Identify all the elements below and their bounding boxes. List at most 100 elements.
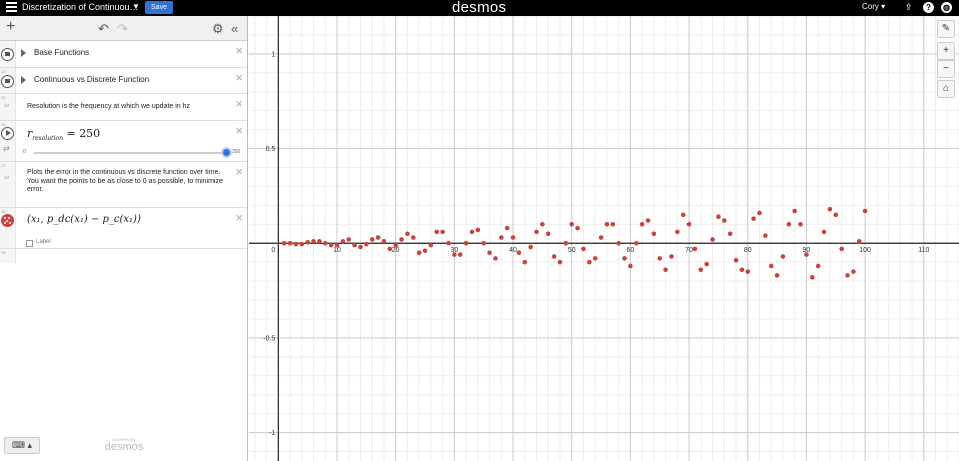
delete-expression-icon[interactable]: × bbox=[235, 124, 243, 137]
data-point bbox=[786, 221, 792, 227]
data-point bbox=[358, 244, 363, 250]
x-tick-label: 20 bbox=[392, 247, 400, 254]
data-point bbox=[581, 246, 586, 252]
plus-icon[interactable]: + bbox=[6, 18, 15, 36]
points-style-icon[interactable] bbox=[1, 214, 14, 227]
data-point bbox=[780, 254, 786, 259]
expand-triangle-icon[interactable] bbox=[21, 49, 26, 57]
data-point bbox=[598, 235, 604, 240]
data-point bbox=[839, 246, 844, 252]
data-point bbox=[428, 242, 434, 248]
data-point bbox=[499, 235, 504, 240]
points-equation[interactable]: (x₁, p_dc(x₁) − p_c(x₁)) bbox=[27, 214, 141, 225]
zoom-out-icon[interactable]: − bbox=[937, 60, 955, 78]
data-point bbox=[716, 214, 721, 220]
data-point bbox=[387, 246, 393, 252]
x-tick-label: 10 bbox=[333, 247, 341, 254]
data-point bbox=[622, 256, 627, 261]
data-point bbox=[563, 240, 569, 246]
hamburger-icon[interactable] bbox=[6, 2, 17, 12]
data-point bbox=[364, 241, 369, 247]
data-point bbox=[657, 256, 663, 261]
data-point bbox=[545, 231, 551, 237]
folder-continuous-vs-discrete[interactable]: 10 Continuous vs Discrete Function × bbox=[0, 68, 247, 94]
data-point bbox=[739, 267, 745, 273]
data-point bbox=[352, 242, 357, 248]
data-point bbox=[587, 259, 592, 265]
data-point bbox=[710, 237, 715, 242]
data-point bbox=[804, 252, 809, 257]
note-text[interactable]: Plots the error in the continuous vs dis… bbox=[0, 162, 247, 199]
powered-by-desmos: powered by desmos bbox=[104, 437, 144, 453]
data-point bbox=[592, 256, 598, 261]
label-checkbox[interactable] bbox=[26, 240, 33, 247]
data-point bbox=[851, 269, 856, 274]
graph-paper[interactable]: 10 20 30 40 50 60 70 80 90 100 110 1 0.5 -0.5 -1 0 ✎ + … bbox=[249, 16, 959, 461]
slider-handle[interactable] bbox=[221, 147, 232, 158]
data-point bbox=[698, 267, 704, 273]
user-menu[interactable]: Cory ▾ bbox=[862, 2, 885, 11]
data-point bbox=[815, 263, 821, 269]
language-icon[interactable]: ◍ bbox=[941, 2, 952, 13]
x-tick-label: 60 bbox=[627, 247, 635, 254]
data-point bbox=[575, 225, 580, 231]
new-expression-row[interactable]: 19 bbox=[0, 249, 247, 263]
x-tick-label: 40 bbox=[509, 247, 517, 254]
share-icon[interactable]: ⇪ bbox=[903, 2, 914, 13]
desmos-logo: desmos bbox=[452, 0, 507, 16]
delete-expression-icon[interactable]: × bbox=[235, 44, 243, 57]
note-text[interactable]: Resolution is the frequency at which we … bbox=[0, 94, 247, 116]
play-icon[interactable] bbox=[1, 127, 14, 140]
home-icon[interactable]: ⌂ bbox=[937, 80, 955, 98]
data-point bbox=[405, 231, 410, 237]
data-point bbox=[522, 259, 528, 265]
delete-expression-icon[interactable]: × bbox=[235, 211, 243, 224]
undo-icon[interactable]: ↶ bbox=[98, 21, 109, 37]
slider-track[interactable] bbox=[34, 152, 226, 154]
data-point bbox=[751, 216, 756, 221]
note-resolution[interactable]: 15 “ Resolution is the frequency at whic… bbox=[0, 94, 247, 121]
folder-icon[interactable] bbox=[1, 75, 14, 88]
data-point bbox=[792, 208, 798, 214]
data-point bbox=[540, 221, 545, 227]
save-button[interactable]: Save bbox=[145, 1, 173, 14]
wrench-icon[interactable]: ✎ bbox=[937, 20, 955, 38]
graph-title[interactable]: Discretization of Continuou… bbox=[22, 2, 139, 12]
x-tick-label: 50 bbox=[568, 247, 576, 254]
zoom-in-icon[interactable]: + bbox=[937, 42, 955, 60]
data-point bbox=[293, 241, 299, 247]
data-point bbox=[434, 229, 440, 235]
points-expression[interactable]: 18 (x₁, p_dc(x₁) − p_c(x₁)) Label × bbox=[0, 208, 247, 249]
expand-triangle-icon[interactable] bbox=[21, 76, 26, 84]
delete-expression-icon[interactable]: × bbox=[235, 165, 243, 178]
note-plot-error[interactable]: 17 “ Plots the error in the continuous v… bbox=[0, 162, 247, 208]
slider-settings-icon[interactable]: ⇄ bbox=[3, 144, 10, 153]
data-point bbox=[487, 250, 492, 256]
data-point bbox=[481, 240, 487, 246]
folder-icon[interactable] bbox=[1, 48, 14, 61]
slider-value: 250 bbox=[79, 127, 101, 140]
graph-canvas[interactable]: 10 20 30 40 50 60 70 80 90 100 11010.5-0.5-10 bbox=[249, 16, 959, 461]
gear-icon[interactable]: ⚙ bbox=[212, 21, 224, 37]
data-point bbox=[827, 206, 833, 212]
data-point bbox=[369, 237, 375, 242]
slider-equation[interactable]: rresolution = 250 bbox=[27, 127, 100, 142]
slider-max[interactable]: 250 bbox=[232, 149, 240, 155]
data-point bbox=[299, 241, 305, 247]
data-point bbox=[745, 269, 751, 274]
keyboard-toggle-button[interactable]: ⌨ ▴ bbox=[4, 437, 40, 454]
folder-base-functions[interactable]: Base Functions × bbox=[0, 41, 247, 68]
data-point bbox=[833, 212, 839, 218]
x-tick-label: 80 bbox=[744, 247, 752, 254]
slider-min[interactable]: 0 bbox=[23, 149, 26, 155]
help-icon[interactable]: ? bbox=[923, 2, 934, 13]
title-dropdown-icon[interactable]: ▼ bbox=[132, 2, 140, 11]
delete-expression-icon[interactable]: × bbox=[235, 71, 243, 84]
data-point bbox=[416, 250, 422, 256]
redo-icon[interactable]: ↷ bbox=[117, 21, 128, 37]
folder-label: Continuous vs Discrete Function bbox=[34, 75, 150, 84]
double-chevron-left-icon[interactable]: « bbox=[231, 21, 238, 36]
delete-expression-icon[interactable]: × bbox=[235, 97, 243, 110]
slider-expression[interactable]: 16 ⇄ rresolution = 250 × bbox=[0, 121, 247, 162]
data-point bbox=[669, 254, 674, 259]
